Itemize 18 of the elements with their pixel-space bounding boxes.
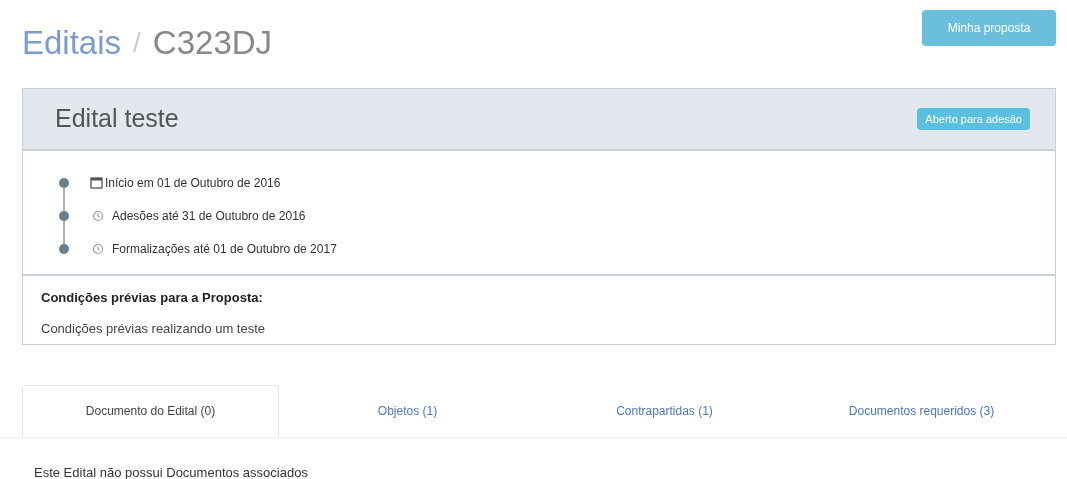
- status-badge: Aberto para adesão: [917, 107, 1030, 131]
- conditions-text: Condições prévias realizando um teste: [41, 319, 266, 338]
- tab[interactable]: Contrapartidas (1): [536, 385, 793, 437]
- conditions-heading: Condições prévias para a Proposta:: [41, 289, 264, 307]
- tab[interactable]: Documento do Edital (0): [22, 385, 279, 437]
- timeline-text: Adesões até 31 de Outubro de 2016: [112, 207, 306, 225]
- card-title: Edital teste: [55, 103, 179, 135]
- timeline-text: Formalizações até 01 de Outubro de 2017: [112, 240, 337, 258]
- tab[interactable]: Documentos requeridos (3): [793, 385, 1050, 437]
- calendar-icon: [90, 176, 103, 189]
- clock-icon: [92, 209, 104, 222]
- breadcrumb-link[interactable]: Editais: [22, 18, 122, 68]
- tab-content-text: Este Edital não possui Documentos associados: [34, 465, 308, 479]
- breadcrumb-separator: /: [133, 25, 141, 60]
- timeline-text: Início em 01 de Outubro de 2016: [105, 174, 281, 192]
- clock-icon: [92, 242, 104, 255]
- tab[interactable]: Objetos (1): [279, 385, 536, 437]
- breadcrumb-current: C323DJ: [152, 23, 273, 63]
